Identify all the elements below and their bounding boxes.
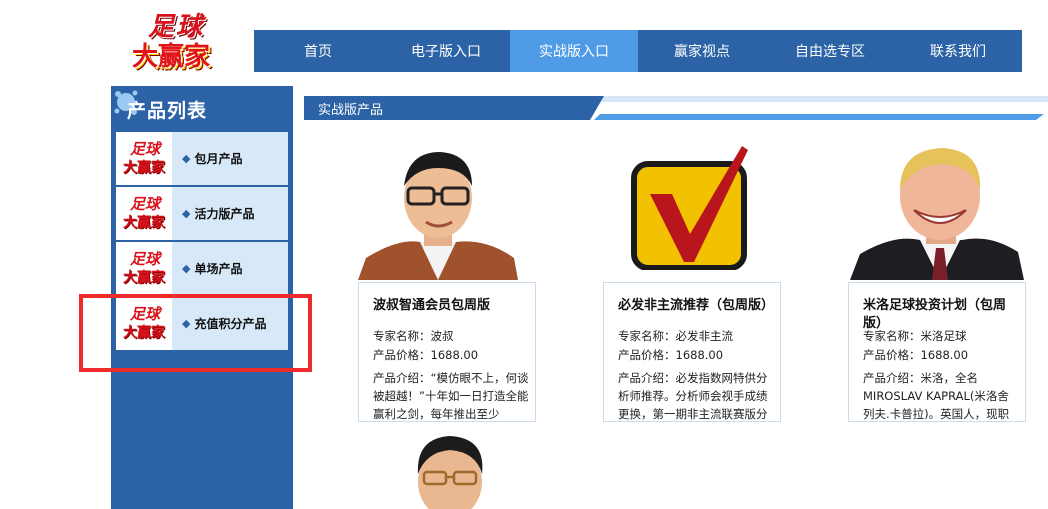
product-price: 产品价格：1688.00 (863, 348, 969, 362)
nav-winner-view[interactable]: 赢家视点 (638, 30, 766, 72)
expert-photo-fourth[interactable] (400, 434, 500, 509)
diamond-bullet-icon: ◆ (182, 262, 191, 275)
item-logo-thumb: 足球 大赢家 (123, 250, 165, 286)
sidebar-item-label: 单场产品 (194, 262, 243, 276)
section-title-bar (304, 96, 1048, 120)
product-name[interactable]: 波叔智通会员包周版 (373, 297, 529, 315)
product-price: 产品价格：1688.00 (373, 348, 479, 362)
sidebar-item-label: 活力版产品 (194, 207, 255, 221)
product-card-bifa[interactable]: 必发非主流推荐（包周版） 专家名称：必发非主流 产品价格：1688.00 产品介… (603, 282, 781, 422)
highlight-box (79, 294, 312, 372)
item-logo-thumb: 足球 大赢家 (123, 195, 165, 231)
expert-photo-miluo[interactable] (850, 146, 1024, 280)
diamond-bullet-icon: ◆ (182, 207, 191, 220)
nav-contact[interactable]: 联系我们 (894, 30, 1022, 72)
nav-live-entry[interactable]: 实战版入口 (510, 30, 638, 72)
check-mark-logo-icon[interactable] (630, 146, 748, 270)
item-logo-thumb: 足球 大赢家 (123, 140, 165, 176)
sidebar-item-single-match[interactable]: 足球 大赢家 ◆ 单场产品 (116, 242, 288, 295)
site-logo[interactable]: 足球 大赢家 (130, 6, 220, 72)
section-title: 实战版产品 (318, 103, 384, 118)
nav-home[interactable]: 首页 (254, 30, 382, 72)
logo-text-bottom: 大赢家 (132, 42, 211, 72)
product-price: 产品价格：1688.00 (618, 348, 724, 362)
product-card-miluo[interactable]: 米洛足球投资计划（包周版） 专家名称：米洛足球 产品价格：1688.00 产品介… (848, 282, 1026, 422)
expert-photo-boshu[interactable] (358, 146, 518, 280)
product-name[interactable]: 必发非主流推荐（包周版） (618, 297, 774, 315)
sidebar-item-label: 包月产品 (194, 152, 243, 166)
product-card-boshu[interactable]: 波叔智通会员包周版 专家名称：波叔 产品价格：1688.00 产品介绍：“模仿眼… (358, 282, 536, 422)
product-expert: 专家名称：波叔 (373, 329, 454, 343)
product-intro: 产品介绍：米洛，全名MIROSLAV KAPRAL(米洛舍列夫.卡普拉)。英国人… (863, 371, 1010, 421)
product-expert: 专家名称：米洛足球 (863, 329, 967, 343)
main-nav: 首页 电子版入口 实战版入口 赢家视点 自由选专区 联系我们 (254, 30, 1022, 72)
product-expert: 专家名称：必发非主流 (618, 329, 733, 343)
diamond-bullet-icon: ◆ (182, 152, 191, 165)
product-intro: 产品介绍：“模仿眼不上，何谈被超越！”十年如一日打造全能赢利之剑，每年推出至少 (373, 371, 529, 421)
product-intro: 产品介绍：必发指数网特供分析师推荐。分析师会视手成绩更换，第一期非主流联赛版分 (618, 371, 768, 421)
nav-electronic-entry[interactable]: 电子版入口 (382, 30, 510, 72)
sidebar-item-monthly[interactable]: 足球 大赢家 ◆ 包月产品 (116, 132, 288, 185)
nav-free-choice[interactable]: 自由选专区 (766, 30, 894, 72)
sidebar-item-vitality[interactable]: 足球 大赢家 ◆ 活力版产品 (116, 187, 288, 240)
sidebar-title: 产品列表 (127, 100, 208, 122)
